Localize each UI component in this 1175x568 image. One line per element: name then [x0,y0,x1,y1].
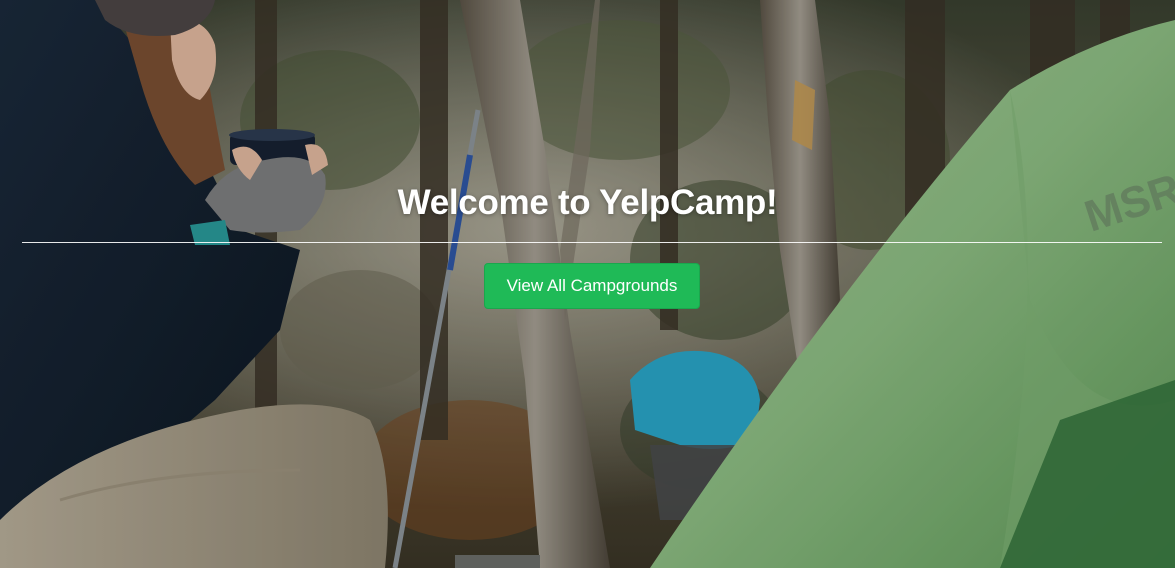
title-divider [22,242,1162,243]
page-title: Welcome to YelpCamp! [397,183,778,222]
landing-header: Welcome to YelpCamp! [0,178,1175,228]
landing-hero: MSR Welcome to YelpCamp! View All Campgr… [0,0,1175,568]
view-all-campgrounds-button[interactable]: View All Campgrounds [484,263,700,309]
